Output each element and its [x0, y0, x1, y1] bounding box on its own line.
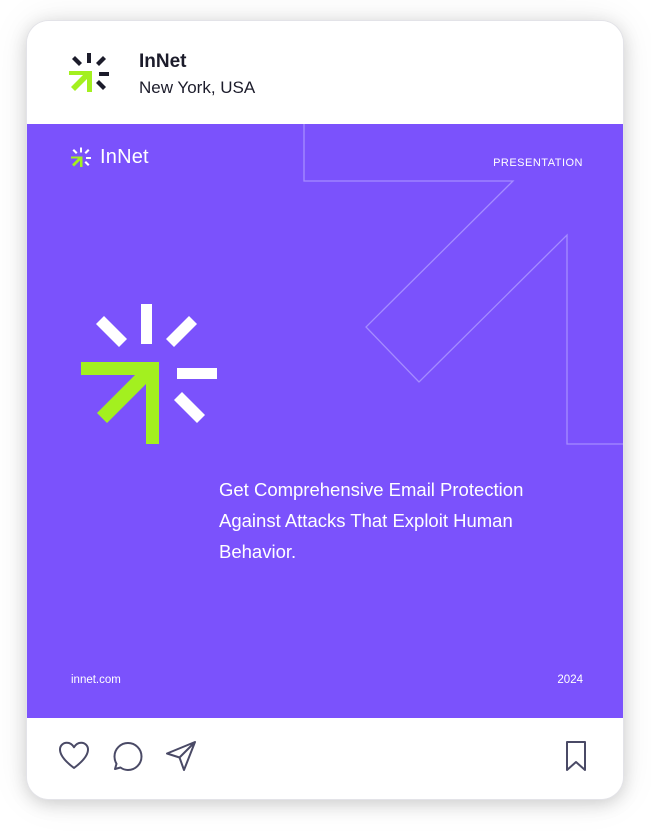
post-actions-bar — [27, 718, 623, 799]
share-button[interactable] — [163, 738, 199, 774]
bookmark-button[interactable] — [558, 738, 594, 774]
post-brand-name: InNet — [100, 146, 149, 168]
headline-line-3: Behavior. — [219, 541, 297, 562]
bookmark-icon — [566, 741, 586, 771]
innet-logo-small-icon — [71, 147, 91, 167]
like-button[interactable] — [56, 738, 92, 774]
post-image[interactable]: InNet PRESENTATION Get Comprehensive Ema… — [27, 124, 623, 718]
year-label: 2024 — [557, 674, 583, 686]
social-post-card: InNet New York, USA InNet PRESENTATION G… — [27, 21, 623, 799]
comment-button[interactable] — [110, 738, 146, 774]
post-header: InNet New York, USA — [27, 21, 623, 124]
post-brand: InNet — [70, 146, 149, 169]
profile-name[interactable]: InNet — [139, 51, 187, 73]
innet-logo-large-icon — [81, 304, 217, 444]
headline-line-1: Get Comprehensive Email Protection — [219, 479, 524, 500]
website-url: innet.com — [71, 674, 121, 686]
comment-icon — [113, 742, 143, 771]
profile-location[interactable]: New York, USA — [139, 78, 255, 98]
innet-logo-icon[interactable] — [67, 52, 111, 96]
page: InNet New York, USA InNet PRESENTATION G… — [0, 0, 651, 835]
heart-icon — [59, 741, 89, 769]
share-icon — [166, 741, 196, 771]
post-headline: Get Comprehensive Email Protection Again… — [219, 474, 599, 567]
headline-line-2: Against Attacks That Exploit Human — [219, 510, 513, 531]
presentation-label: PRESENTATION — [493, 157, 583, 169]
